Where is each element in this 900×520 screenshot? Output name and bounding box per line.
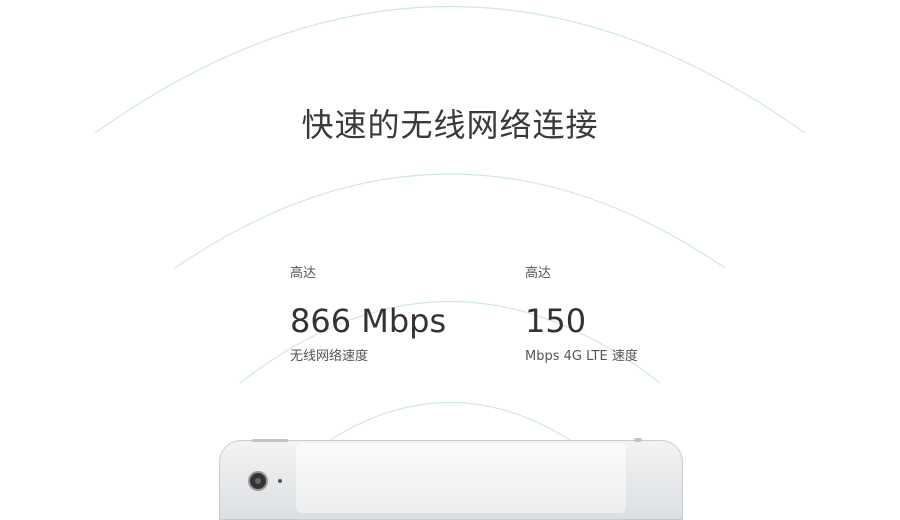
wifi-speed-description: 无线网络速度 bbox=[290, 349, 369, 364]
section-title: 快速的无线网络连接 bbox=[301, 106, 599, 144]
wifi-speed-value: 866 Mbps bbox=[290, 302, 447, 340]
microphone-icon bbox=[278, 479, 282, 483]
lte-speed-stat: 高达 150 Mbps 4G LTE 速度 bbox=[525, 262, 638, 364]
wifi-speed-prefix: 高达 bbox=[290, 266, 317, 281]
wifi-arc-core bbox=[329, 402, 571, 441]
wifi-signal-arcs bbox=[94, 6, 806, 441]
wifi-speed-stat: 高达 866 Mbps 无线网络速度 bbox=[290, 262, 446, 364]
camera-icon bbox=[248, 471, 268, 491]
wifi-arc-middle bbox=[174, 173, 726, 269]
volume-button bbox=[252, 439, 288, 442]
lte-speed-prefix: 高达 bbox=[525, 266, 552, 281]
tablet-device-image bbox=[219, 438, 683, 520]
power-button bbox=[634, 438, 642, 442]
antenna-band bbox=[296, 443, 626, 513]
lte-speed-value: 150 bbox=[525, 302, 587, 340]
lte-speed-description: Mbps 4G LTE 速度 bbox=[525, 349, 638, 364]
